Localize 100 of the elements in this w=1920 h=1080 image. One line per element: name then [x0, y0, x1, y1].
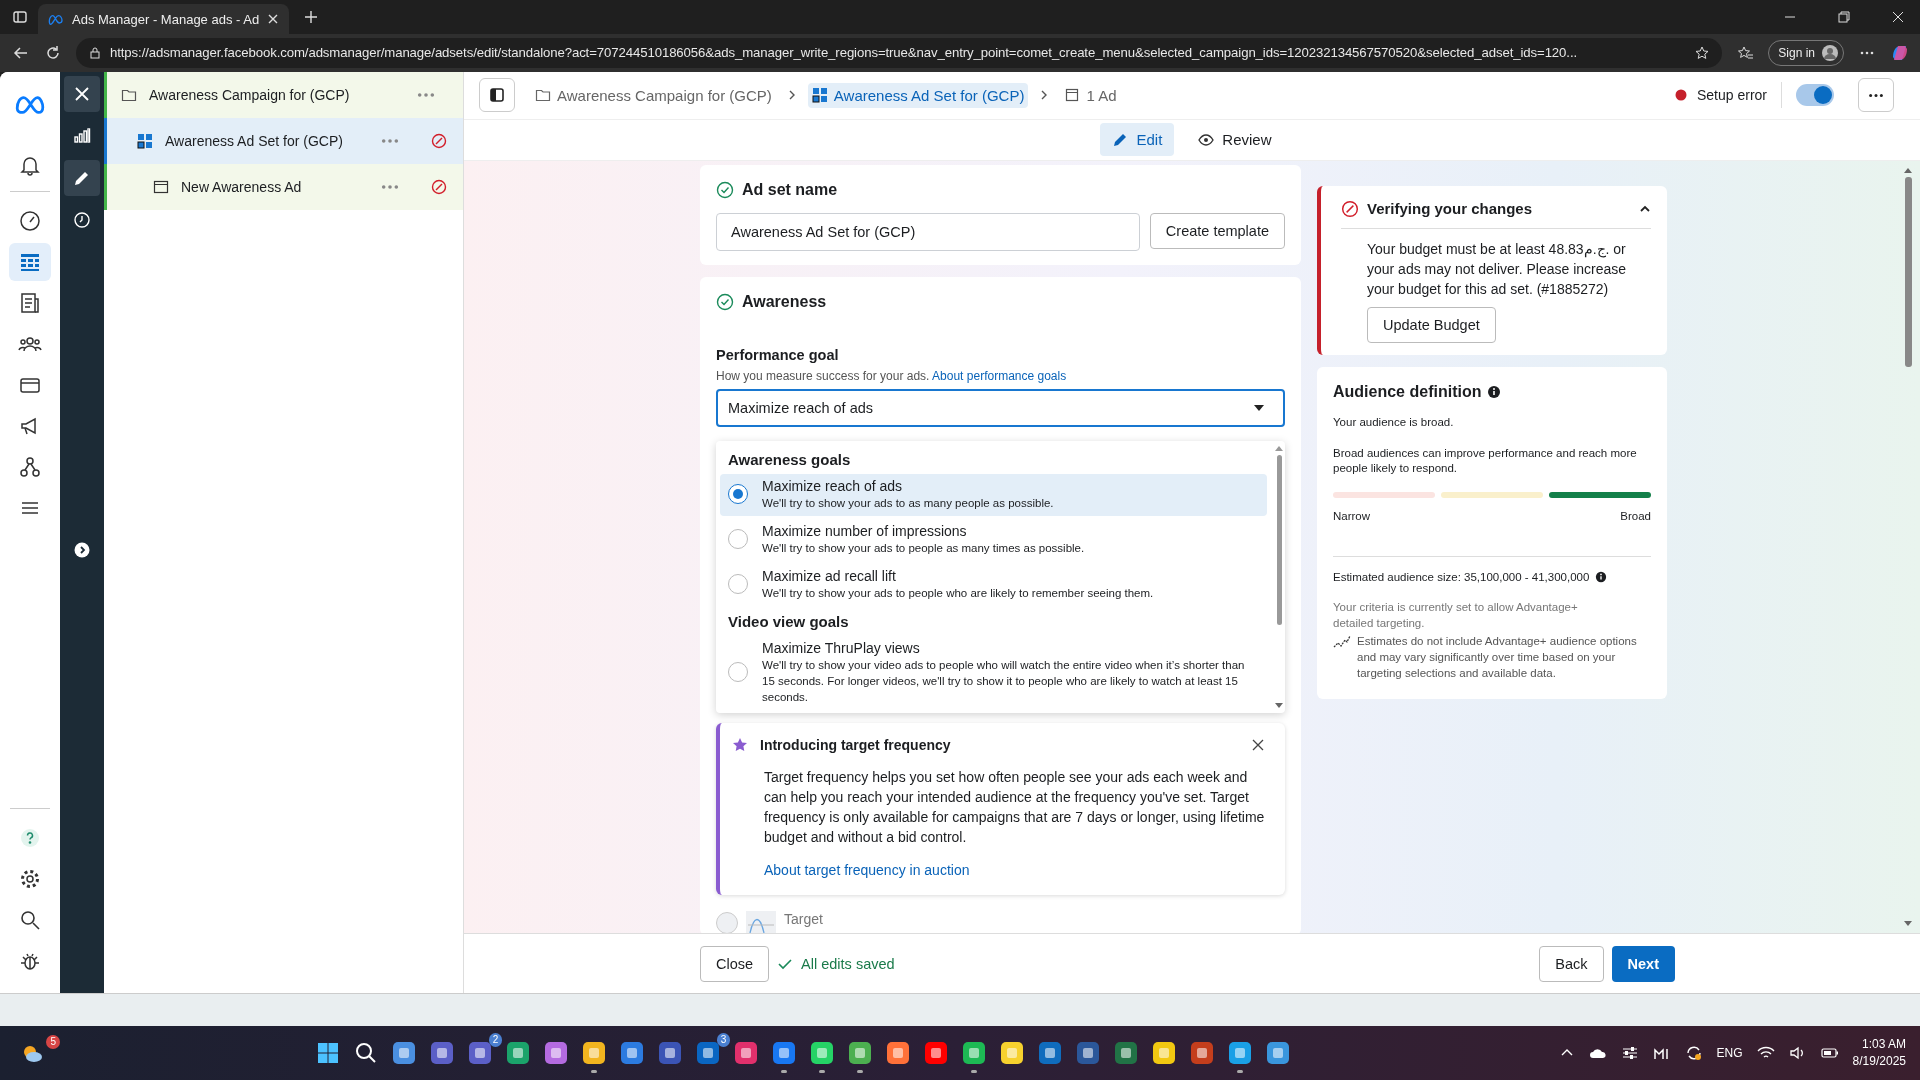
close-icon[interactable]: [267, 13, 280, 25]
banner-title: Introducing target frequency: [760, 736, 951, 753]
notification-badge: 3: [716, 1033, 731, 1048]
create-template-button[interactable]: Create template: [1149, 212, 1285, 249]
goal-option[interactable]: Maximize reach of ads We'll try to show your ads to as many people as possible.: [720, 473, 1267, 516]
breadcrumb[interactable]: 1 Ad: [1060, 82, 1121, 108]
audience-description: Broad audiences can improve performance and reach more people likely to respond.: [1333, 445, 1638, 476]
error-message: Your budget must be at least 48.83ج.م. or your ads may not deliver. Please increase your budget for this ad set. (#1885272): [1367, 239, 1628, 299]
restore-icon[interactable]: [1836, 9, 1852, 25]
close-icon[interactable]: [1251, 737, 1265, 752]
option-description: We'll try to show your ads to as many people as possible.: [762, 495, 1054, 511]
target-frequency-link[interactable]: About target frequency in auction: [764, 861, 970, 878]
goal-option[interactable]: Maximize number of impressions We'll try to show your ads to people as many times as possible.: [720, 518, 1267, 561]
app-icon[interactable]: [810, 1041, 835, 1074]
option-title: Maximize number of impressions: [762, 522, 968, 539]
window-icon: [153, 178, 169, 195]
favorites-icon[interactable]: [1736, 44, 1755, 62]
curve-icon: [746, 910, 776, 934]
panel-toggle-button[interactable]: [479, 78, 515, 113]
app-icon[interactable]: [772, 1041, 797, 1074]
scroll-down-icon[interactable]: [1275, 702, 1283, 709]
toggle-switch[interactable]: [1796, 84, 1834, 107]
tree-item[interactable]: Awareness Ad Set for (GCP): [104, 117, 463, 164]
app-icon[interactable]: [962, 1041, 987, 1074]
pencil-icon[interactable]: [64, 159, 100, 196]
audience-size: Estimated audience size: 35,100,000 - 41,300,000: [1333, 570, 1590, 583]
radio-button[interactable]: [728, 484, 748, 505]
language-indicator[interactable]: ENG: [1716, 1046, 1743, 1061]
scroll-thumb[interactable]: [1276, 454, 1282, 625]
next-button[interactable]: Next: [1611, 945, 1675, 982]
check-circle-icon: [716, 292, 734, 311]
tree-item[interactable]: Awareness Campaign for (GCP): [104, 71, 463, 118]
option-description: We'll try to show your video ads to people who will watch the entire video when it’s shorter than 15 seconds. For longer videos, we'll try to show it to people who are likely to watch at least 15 seconds.: [762, 657, 1246, 705]
update-budget-button[interactable]: Update Budget: [1367, 306, 1496, 343]
app-icon[interactable]: [582, 1041, 607, 1074]
app-icon[interactable]: [848, 1041, 873, 1074]
option-title: Target: [784, 910, 823, 927]
goal-dropdown[interactable]: Maximize reach of ads: [716, 388, 1285, 427]
star-icon: [732, 736, 748, 753]
scroll-up-icon[interactable]: [1275, 444, 1283, 451]
scroll-up-icon[interactable]: [1904, 166, 1912, 173]
sidebar-icon[interactable]: [12, 9, 28, 25]
tree-item[interactable]: New Awareness Ad: [104, 163, 463, 210]
new-tab-icon[interactable]: [303, 9, 320, 25]
star-icon[interactable]: [1694, 45, 1711, 61]
caret-icon: [1253, 403, 1265, 412]
clock-time[interactable]: 1:03 AM: [1861, 1036, 1906, 1054]
folder-icon: [535, 87, 551, 104]
goal-option[interactable]: Maximize ad recall lift We'll try to show your ads to people who are likely to remember seeing them.: [720, 563, 1267, 606]
breadcrumb[interactable]: Awareness Ad Set for (GCP): [807, 82, 1029, 108]
info-icon[interactable]: [1487, 384, 1502, 399]
clock-date[interactable]: 8/19/2025: [1852, 1053, 1906, 1071]
sidebar-icon: [489, 87, 505, 104]
status-dot-icon: [1674, 89, 1687, 102]
copilot-icon[interactable]: [1890, 43, 1910, 63]
info-icon[interactable]: [1595, 570, 1608, 583]
close-button[interactable]: Close: [700, 945, 770, 982]
name-field[interactable]: Awareness Ad Set for (GCP): [716, 212, 1140, 251]
notification-badge: 2: [488, 1033, 503, 1048]
app-icon[interactable]: [1228, 1041, 1253, 1074]
card-title: Verifying your changes: [1367, 200, 1533, 218]
sync-icon[interactable]: [1684, 1044, 1703, 1063]
radio-button[interactable]: [728, 662, 748, 683]
expand-icon[interactable]: [74, 541, 90, 558]
banner-text: Target frequency helps you set how often people see your ads each week and can help you reach your intended audience at the frequency you've set. Target frequency is only available for campaigns that are 7 days or longer, using lifetime budget and without a bid control.: [764, 767, 1265, 847]
grid-icon: [811, 87, 828, 104]
performance-goals-link[interactable]: About performance goals: [932, 368, 1067, 383]
save-status: All edits saved: [801, 955, 895, 972]
option-title: Maximize reach of ads: [762, 477, 904, 494]
card-title: Ad set name: [742, 180, 838, 199]
eye-icon: [1198, 131, 1215, 148]
option-description: We'll try to show your ads to people who are likely to remember seeing them.: [762, 585, 1154, 601]
back-button[interactable]: Back: [1539, 945, 1604, 982]
table-icon[interactable]: [9, 242, 51, 281]
edit-tab[interactable]: Edit: [1100, 123, 1175, 157]
meta-logo-icon[interactable]: [14, 93, 46, 116]
status-text: Setup error: [1696, 87, 1767, 104]
more-icon: [1869, 93, 1883, 97]
radio-button[interactable]: [716, 911, 738, 934]
sign-in-button[interactable]: Sign in: [1768, 40, 1844, 66]
close-icon[interactable]: [64, 75, 100, 112]
reload-icon[interactable]: [44, 44, 62, 62]
close-icon[interactable]: [1890, 9, 1906, 25]
breadcrumb[interactable]: Awareness Campaign for (GCP): [531, 82, 776, 108]
lock-icon[interactable]: [88, 46, 102, 60]
audience-summary: Your audience is broad.: [1333, 414, 1455, 430]
field-hint: How you measure success for your ads. About performance goals: [716, 368, 1068, 383]
radio-button[interactable]: [728, 574, 748, 595]
scroll-thumb[interactable]: [1904, 176, 1912, 367]
windows-icon[interactable]: [316, 1041, 341, 1066]
scroll-down-icon[interactable]: [1904, 921, 1912, 928]
field-label: Performance goal: [716, 346, 840, 363]
group-heading: Awareness goals: [727, 449, 852, 470]
estimate-note: Estimates do not include Advantage+ audience options and may vary significantly over time based on your targeting selections and available data.: [1357, 633, 1638, 681]
radio-button[interactable]: [728, 529, 748, 550]
card-title: Audience definition: [1333, 382, 1482, 401]
address-bar[interactable]: https://adsmanager.facebook.com/adsmanager/manage/adsets/edit/standalone?act=707244510186056&ads_manager_write_regions=true&nav_entry_point=comet_create_menu&selected_campaign_ids=120232134567570520&selected_adset_ids=120...: [76, 38, 1723, 68]
browser-tab[interactable]: Ads Manager - Manage ads - Ad: [38, 4, 290, 34]
review-tab[interactable]: Review: [1186, 123, 1284, 157]
avatar-icon: [1821, 44, 1839, 62]
